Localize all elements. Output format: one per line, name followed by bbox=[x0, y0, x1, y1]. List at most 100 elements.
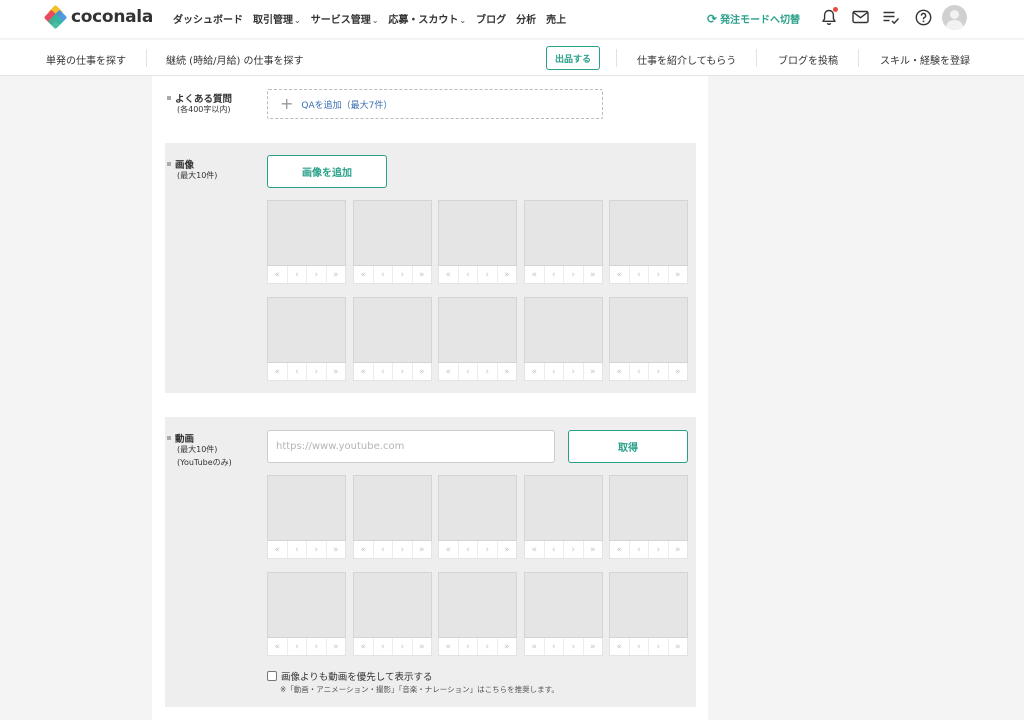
video-thumbnail-placeholder[interactable] bbox=[438, 572, 517, 638]
move-last-icon[interactable]: » bbox=[669, 541, 688, 558]
move-left-icon[interactable]: ‹ bbox=[374, 541, 393, 558]
move-right-icon[interactable]: › bbox=[649, 638, 669, 655]
move-right-icon[interactable]: › bbox=[564, 541, 584, 558]
image-thumbnail-placeholder[interactable] bbox=[609, 200, 688, 266]
help-button[interactable] bbox=[913, 7, 933, 27]
move-last-icon[interactable]: » bbox=[413, 541, 432, 558]
video-thumbnail-placeholder[interactable] bbox=[524, 475, 603, 541]
video-thumbnail-placeholder[interactable] bbox=[524, 572, 603, 638]
nav-blog[interactable]: ブログ bbox=[476, 11, 506, 26]
image-slot[interactable]: «‹ ›» bbox=[524, 200, 603, 286]
image-thumbnail-placeholder[interactable] bbox=[438, 297, 517, 363]
image-slot[interactable]: «‹ ›» bbox=[524, 297, 603, 383]
youtube-url-input[interactable] bbox=[267, 430, 555, 463]
move-first-icon[interactable]: « bbox=[439, 638, 459, 655]
add-qa-button[interactable]: + QAを追加（最大7件） bbox=[267, 89, 603, 119]
move-first-icon[interactable]: « bbox=[439, 266, 459, 283]
find-continuous-job-link[interactable]: 継続 (時給/月給) の仕事を探す bbox=[166, 52, 304, 67]
move-right-icon[interactable]: › bbox=[393, 638, 413, 655]
move-last-icon[interactable]: » bbox=[498, 266, 517, 283]
move-last-icon[interactable]: » bbox=[669, 266, 688, 283]
move-right-icon[interactable]: › bbox=[307, 266, 327, 283]
image-slot[interactable]: «‹ ›» bbox=[267, 297, 346, 383]
image-thumbnail-placeholder[interactable] bbox=[353, 297, 432, 363]
move-right-icon[interactable]: › bbox=[649, 363, 669, 380]
move-right-icon[interactable]: › bbox=[564, 638, 584, 655]
move-right-icon[interactable]: › bbox=[478, 363, 498, 380]
move-last-icon[interactable]: » bbox=[669, 363, 688, 380]
messages-button[interactable] bbox=[850, 7, 870, 27]
nav-applications-scout[interactable]: 応募・スカウト⌄ bbox=[388, 11, 466, 26]
image-thumbnail-placeholder[interactable] bbox=[438, 200, 517, 266]
move-last-icon[interactable]: » bbox=[669, 638, 688, 655]
switch-to-buyer-mode-button[interactable]: ⟳ 発注モードへ切替 bbox=[707, 11, 800, 27]
move-first-icon[interactable]: « bbox=[525, 363, 545, 380]
move-right-icon[interactable]: › bbox=[478, 266, 498, 283]
video-slot[interactable]: «‹ ›» bbox=[609, 572, 688, 658]
image-slot[interactable]: «‹ ›» bbox=[267, 200, 346, 286]
move-first-icon[interactable]: « bbox=[268, 363, 288, 380]
move-last-icon[interactable]: » bbox=[498, 363, 517, 380]
move-last-icon[interactable]: » bbox=[584, 266, 603, 283]
video-thumbnail-placeholder[interactable] bbox=[609, 572, 688, 638]
move-left-icon[interactable]: ‹ bbox=[288, 363, 307, 380]
move-first-icon[interactable]: « bbox=[525, 266, 545, 283]
move-right-icon[interactable]: › bbox=[393, 266, 413, 283]
get-job-introduction-link[interactable]: 仕事を紹介してもらう bbox=[637, 52, 736, 67]
move-left-icon[interactable]: ‹ bbox=[374, 363, 393, 380]
video-slot[interactable]: «‹ ›» bbox=[524, 572, 603, 658]
move-first-icon[interactable]: « bbox=[525, 541, 545, 558]
move-left-icon[interactable]: ‹ bbox=[459, 638, 478, 655]
user-avatar[interactable] bbox=[942, 5, 967, 30]
post-service-button[interactable]: 出品する bbox=[546, 46, 600, 70]
register-skill-link[interactable]: スキル・経験を登録 bbox=[880, 52, 970, 67]
move-left-icon[interactable]: ‹ bbox=[545, 638, 564, 655]
move-left-icon[interactable]: ‹ bbox=[288, 266, 307, 283]
nav-service-management[interactable]: サービス管理⌄ bbox=[311, 11, 379, 26]
move-first-icon[interactable]: « bbox=[610, 363, 630, 380]
move-left-icon[interactable]: ‹ bbox=[374, 266, 393, 283]
image-thumbnail-placeholder[interactable] bbox=[353, 200, 432, 266]
video-thumbnail-placeholder[interactable] bbox=[438, 475, 517, 541]
image-slot[interactable]: «‹ ›» bbox=[609, 200, 688, 286]
image-thumbnail-placeholder[interactable] bbox=[267, 297, 346, 363]
fetch-video-button[interactable]: 取得 bbox=[568, 430, 688, 463]
move-right-icon[interactable]: › bbox=[393, 541, 413, 558]
move-last-icon[interactable]: » bbox=[584, 363, 603, 380]
tasks-button[interactable] bbox=[881, 7, 901, 27]
move-last-icon[interactable]: » bbox=[327, 541, 346, 558]
nav-transactions[interactable]: 取引管理⌄ bbox=[253, 11, 301, 26]
add-image-button[interactable]: 画像を追加 bbox=[267, 155, 387, 188]
move-right-icon[interactable]: › bbox=[478, 638, 498, 655]
move-right-icon[interactable]: › bbox=[649, 541, 669, 558]
move-right-icon[interactable]: › bbox=[307, 363, 327, 380]
prefer-video-option[interactable]: 画像よりも動画を優先して表示する bbox=[267, 669, 433, 683]
move-right-icon[interactable]: › bbox=[307, 541, 327, 558]
image-thumbnail-placeholder[interactable] bbox=[524, 297, 603, 363]
move-left-icon[interactable]: ‹ bbox=[630, 363, 649, 380]
image-thumbnail-placeholder[interactable] bbox=[609, 297, 688, 363]
move-last-icon[interactable]: » bbox=[584, 541, 603, 558]
move-first-icon[interactable]: « bbox=[354, 266, 374, 283]
move-left-icon[interactable]: ‹ bbox=[459, 363, 478, 380]
image-slot[interactable]: «‹ ›» bbox=[609, 297, 688, 383]
move-right-icon[interactable]: › bbox=[307, 638, 327, 655]
move-left-icon[interactable]: ‹ bbox=[545, 363, 564, 380]
move-right-icon[interactable]: › bbox=[393, 363, 413, 380]
post-blog-link[interactable]: ブログを投稿 bbox=[778, 52, 838, 67]
move-first-icon[interactable]: « bbox=[610, 638, 630, 655]
move-first-icon[interactable]: « bbox=[268, 541, 288, 558]
move-left-icon[interactable]: ‹ bbox=[630, 266, 649, 283]
move-first-icon[interactable]: « bbox=[354, 638, 374, 655]
move-last-icon[interactable]: » bbox=[327, 266, 346, 283]
move-last-icon[interactable]: » bbox=[413, 638, 432, 655]
move-left-icon[interactable]: ‹ bbox=[374, 638, 393, 655]
move-right-icon[interactable]: › bbox=[478, 541, 498, 558]
video-slot[interactable]: «‹ ›» bbox=[267, 475, 346, 561]
move-last-icon[interactable]: » bbox=[413, 266, 432, 283]
video-thumbnail-placeholder[interactable] bbox=[353, 572, 432, 638]
move-first-icon[interactable]: « bbox=[268, 638, 288, 655]
prefer-video-checkbox[interactable] bbox=[267, 671, 277, 681]
nav-dashboard[interactable]: ダッシュボード bbox=[173, 11, 243, 26]
move-last-icon[interactable]: » bbox=[413, 363, 432, 380]
